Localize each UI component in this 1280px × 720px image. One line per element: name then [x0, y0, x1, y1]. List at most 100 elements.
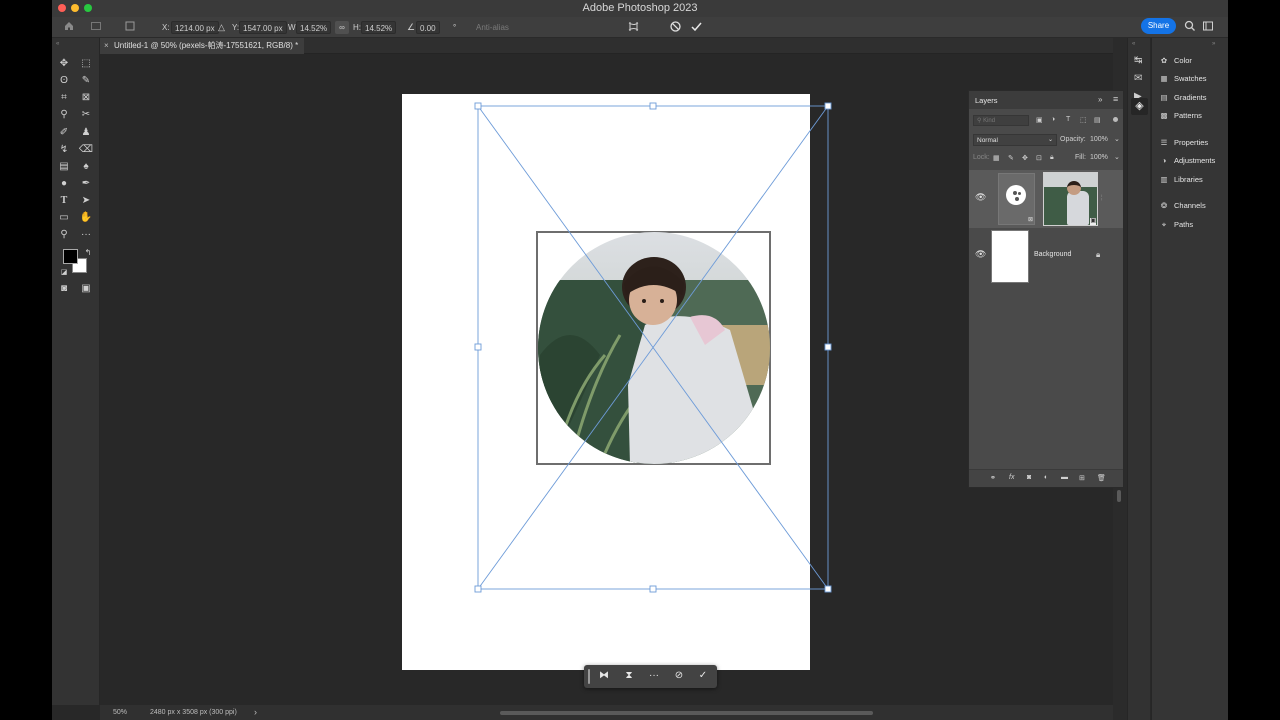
shape-tool-icon[interactable]: ▭ — [56, 211, 72, 225]
warp-mode-icon[interactable] — [627, 20, 640, 33]
lock-position-icon[interactable]: ✥ — [1022, 154, 1028, 162]
fill-chevron-icon[interactable]: ⌄ — [1114, 153, 1120, 161]
blur-tool-icon[interactable]: ♠ — [78, 160, 94, 174]
history-brush-icon[interactable]: ↯ — [56, 143, 72, 157]
transform-box[interactable] — [477, 105, 829, 590]
layer-style-icon[interactable]: fx — [1009, 474, 1014, 481]
fill-field[interactable]: 100% — [1090, 154, 1108, 161]
opacity-field[interactable]: 100% — [1090, 136, 1108, 143]
layer-link-icon[interactable]: ¦ — [1101, 195, 1103, 201]
layer-lock-icon[interactable]: 🔒︎ — [1096, 250, 1100, 260]
panel-color[interactable]: ✿ Color — [1159, 54, 1192, 68]
document-tab[interactable]: × Untitled-1 @ 50% (pexels-帕涛-17551621, … — [100, 38, 305, 54]
share-button[interactable]: Share — [1141, 18, 1176, 34]
layer-row-background[interactable]: 👁︎ Background 🔒︎ — [969, 229, 1123, 284]
layer-filter-select[interactable]: ⚲ Kind — [973, 115, 1029, 126]
photo-layer[interactable] — [100, 55, 1113, 705]
panel-adjustments[interactable]: ◑ Adjustments — [1159, 154, 1216, 168]
h-field[interactable]: 14.52% — [361, 21, 397, 34]
blend-mode-select[interactable]: Normal ⌄ — [973, 134, 1057, 146]
cancel-icon[interactable]: ⊘ — [672, 669, 686, 683]
hand-tool-icon[interactable]: ✋ — [78, 211, 94, 225]
pen-tool-icon[interactable]: ✒ — [78, 177, 94, 191]
move-tool-icon[interactable]: ✥ — [56, 57, 72, 71]
transform-tool-icon[interactable] — [90, 20, 102, 32]
reference-point-icon[interactable] — [124, 20, 136, 32]
more-options-icon[interactable]: ··· — [647, 669, 661, 683]
add-mask-icon[interactable]: ◙ — [1027, 474, 1031, 481]
eyedropper-tool-icon[interactable]: ⚲ — [56, 108, 72, 122]
panel-gradients[interactable]: ▤ Gradients — [1159, 91, 1206, 105]
vertical-scrollbar[interactable] — [1117, 490, 1121, 502]
lock-pixels-icon[interactable]: ✎ — [1008, 154, 1014, 162]
workspace-icon[interactable] — [1202, 20, 1214, 32]
collapse-panel-icon[interactable]: » — [1098, 95, 1102, 104]
layer-row-smart-object[interactable]: 👁︎ ⊠ ▣ ¦ — [969, 170, 1123, 228]
panel-channels[interactable]: ❂ Channels — [1159, 199, 1206, 213]
horizontal-scrollbar[interactable] — [500, 711, 873, 715]
more-tools-icon[interactable]: ··· — [78, 228, 94, 242]
frame-tool-icon[interactable]: ⊠ — [78, 91, 94, 105]
cancel-transform-icon[interactable] — [669, 20, 682, 33]
ctxbar-grip[interactable] — [588, 669, 590, 684]
marquee-tool-icon[interactable]: ⬚ — [78, 57, 94, 71]
layer-photo-thumbnail[interactable]: ▣ — [1043, 172, 1098, 226]
layers-panel-icon[interactable]: ◈ — [1131, 98, 1148, 115]
strip-collapse-icon[interactable]: « — [1132, 41, 1135, 47]
w-field[interactable]: 14.52% — [296, 21, 332, 34]
dock-collapse-icon[interactable]: » — [1212, 41, 1215, 47]
home-icon[interactable] — [63, 20, 75, 32]
panel-swatches[interactable]: ▦ Swatches — [1159, 72, 1206, 86]
lock-transparent-icon[interactable]: ▦ — [993, 154, 1000, 162]
filter-smart-icon[interactable]: ▤ — [1094, 116, 1101, 124]
canvas-area[interactable]: ⧓ ⧗ ··· ⊘ ✓ — [100, 55, 1113, 705]
comments-icon[interactable]: ✉ — [1134, 73, 1142, 84]
angle-field[interactable]: 0.00 — [416, 21, 440, 34]
x-field[interactable]: 1214.00 px — [171, 21, 219, 34]
background-layer-thumbnail[interactable] — [991, 230, 1029, 283]
panel-libraries[interactable]: ▥ Libraries — [1159, 173, 1202, 187]
history-icon[interactable]: ↹ — [1134, 55, 1142, 66]
commit-transform-icon[interactable] — [690, 20, 703, 33]
filter-pixel-icon[interactable]: ▣ — [1036, 116, 1043, 124]
link-layers-icon[interactable]: ⚭ — [990, 474, 996, 482]
panel-paths[interactable]: ⌖ Paths — [1159, 218, 1193, 232]
panel-patterns[interactable]: ▩ Patterns — [1159, 109, 1201, 123]
crop-tool-icon[interactable]: ⌗ — [56, 91, 72, 105]
y-field[interactable]: 1547.00 px — [239, 21, 287, 34]
opacity-chevron-icon[interactable]: ⌄ — [1114, 135, 1120, 143]
visibility-eye-icon[interactable]: 👁︎ — [975, 249, 986, 260]
link-aspect-icon[interactable]: ∞ — [335, 21, 349, 34]
filter-toggle-icon[interactable] — [1113, 117, 1118, 122]
lasso-tool-icon[interactable]: ʘ — [56, 74, 72, 88]
delta-icon[interactable]: △ — [218, 21, 225, 34]
search-icon[interactable] — [1184, 20, 1196, 32]
swap-colors-icon[interactable]: ↰ — [80, 246, 96, 260]
screen-mode-icon[interactable]: ▣ — [78, 282, 94, 296]
lock-artboard-icon[interactable]: ⊡ — [1036, 154, 1042, 162]
stamp-tool-icon[interactable]: ♟ — [78, 126, 94, 140]
background-layer-name[interactable]: Background — [1034, 251, 1071, 258]
zoom-tool-icon[interactable]: ⚲ — [56, 228, 72, 242]
panel-menu-icon[interactable]: ≡ — [1113, 94, 1118, 104]
lock-all-icon[interactable]: 🔒︎ — [1050, 154, 1054, 162]
toolbar-collapse-icon[interactable]: « — [56, 41, 59, 47]
default-colors-icon[interactable]: ◪ — [56, 266, 72, 280]
brush-tool-icon[interactable]: ✐ — [56, 126, 72, 140]
delete-layer-icon[interactable]: 🗑︎ — [1097, 474, 1106, 482]
filter-type-icon[interactable]: T — [1066, 116, 1070, 123]
healing-tool-icon[interactable]: ✂ — [78, 108, 94, 122]
quick-mask-icon[interactable]: ◙ — [56, 282, 72, 296]
visibility-eye-icon[interactable]: 👁︎ — [975, 192, 986, 203]
adjustment-layer-icon[interactable]: ◐ — [1044, 474, 1048, 481]
type-tool-icon[interactable]: T — [56, 194, 72, 208]
minimize-window-button[interactable] — [71, 4, 79, 12]
new-layer-icon[interactable]: ⊞ — [1079, 474, 1085, 482]
gradient-tool-icon[interactable]: ▤ — [56, 160, 72, 174]
quick-select-tool-icon[interactable]: ✎ — [78, 74, 94, 88]
filter-shape-icon[interactable]: ⬚ — [1080, 116, 1087, 124]
commit-icon[interactable]: ✓ — [696, 669, 710, 683]
zoom-window-button[interactable] — [84, 4, 92, 12]
filter-adjustment-icon[interactable]: ◑ — [1051, 116, 1055, 123]
foreground-color-swatch[interactable] — [63, 249, 78, 264]
